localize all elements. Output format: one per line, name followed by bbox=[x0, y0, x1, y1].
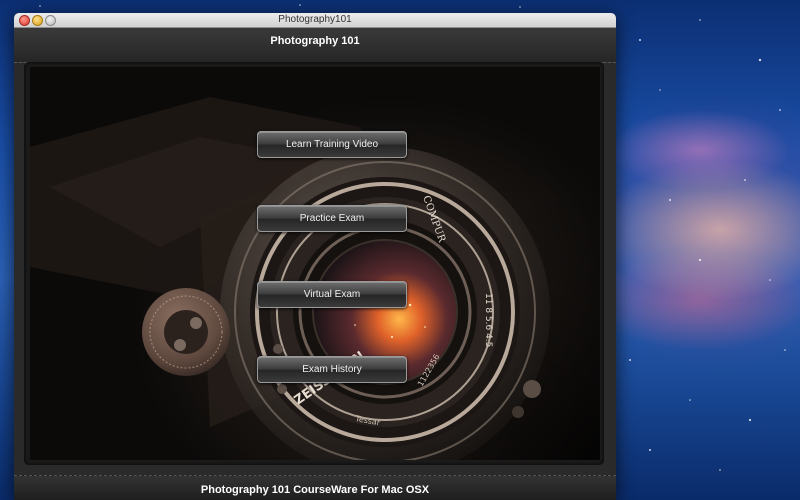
vintage-camera-lens-image: COMPUR ZEISS IKON 11 8 5.6 4.5 1122356 T… bbox=[30, 97, 550, 460]
learn-training-video-button[interactable]: Learn Training Video bbox=[257, 131, 407, 158]
practice-exam-button[interactable]: Practice Exam bbox=[257, 205, 407, 232]
app-window: Photography101 Photography 101 COMPUR 11… bbox=[14, 13, 616, 500]
camera-background: COMPUR ZEISS IKON 11 8 5.6 4.5 1122356 T… bbox=[30, 67, 600, 460]
app-footer: Photography 101 CourseWare For Mac OSX bbox=[14, 475, 616, 500]
exam-history-button[interactable]: Exam History bbox=[257, 356, 407, 383]
window-titlebar[interactable]: Photography101 bbox=[14, 13, 616, 28]
app-header: Photography 101 bbox=[14, 28, 616, 63]
aperture-marks-text: 11 8 5.6 4.5 bbox=[483, 293, 493, 347]
page-title: Photography 101 bbox=[270, 35, 360, 47]
virtual-exam-button[interactable]: Virtual Exam bbox=[257, 281, 407, 308]
footer-text: Photography 101 CourseWare For Mac OSX bbox=[200, 484, 430, 496]
window-title: Photography101 bbox=[278, 14, 352, 25]
desktop-background: Photography101 Photography 101 COMPUR 11… bbox=[0, 0, 800, 500]
